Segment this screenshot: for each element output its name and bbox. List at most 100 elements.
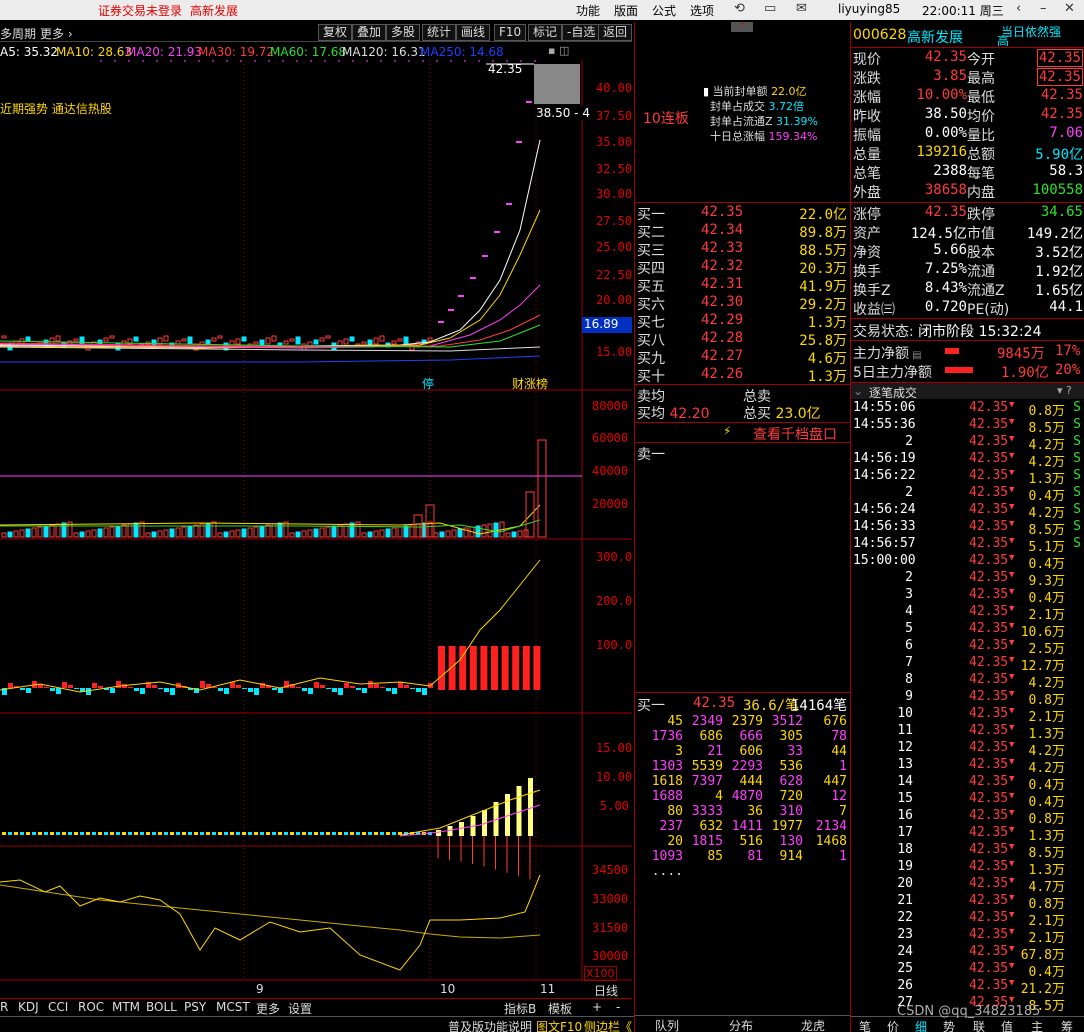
queue-cell: 1 <box>839 759 847 774</box>
bid-row[interactable]: 买二 42.34 89.8万 <box>637 222 851 241</box>
tab-chips[interactable]: 筹 <box>1061 1018 1073 1032</box>
ma10-label: MA10: 28.63 <box>56 45 133 59</box>
f10-link[interactable]: 图文F10 <box>536 1018 582 1032</box>
menu-function[interactable]: 功能 <box>576 2 600 19</box>
candle <box>397 338 403 342</box>
stats-button[interactable]: 统计 <box>422 24 457 41</box>
queue-cell: 666 <box>739 729 763 744</box>
ind2-bar <box>350 686 355 688</box>
menu-formula[interactable]: 公式 <box>652 2 676 19</box>
candle <box>163 335 169 342</box>
ind2-bar <box>522 646 530 690</box>
tab-trades[interactable]: 笔 <box>859 1018 871 1032</box>
daily-period-button[interactable]: 日线 <box>594 982 618 999</box>
indicator-b-button[interactable]: 指标B <box>504 1000 536 1017</box>
rank-tag[interactable]: 财涨榜 <box>512 375 548 392</box>
sidebar-toggle[interactable]: 侧边栏《 <box>584 1018 632 1032</box>
back-button[interactable]: 返回 <box>598 24 632 41</box>
tab-cci[interactable]: CCI <box>48 1000 68 1014</box>
close-icon[interactable]: ✕ <box>1064 1 1075 16</box>
ind2-bar <box>152 685 157 688</box>
ind2-bar <box>218 688 223 691</box>
bid-row[interactable]: 买一 42.35 22.0亿 <box>637 204 851 223</box>
stop-tag[interactable]: 停 <box>422 375 434 392</box>
ind3-bar <box>344 832 348 835</box>
ind2-bar <box>26 688 31 693</box>
back-icon[interactable]: ‹ <box>1016 1 1021 16</box>
collapse-icon[interactable]: ⌃ <box>731 22 753 32</box>
zoom-out-button[interactable]: - <box>616 1000 620 1014</box>
tick-row: 18 42.35 ▼ 8.5万 <box>897 842 1065 861</box>
bid-row[interactable]: 买八 42.28 25.8万 <box>637 330 851 349</box>
period-selector[interactable]: 多周期 <box>0 25 36 42</box>
refresh-icon[interactable]: ⟲ <box>734 1 745 16</box>
tab-detail[interactable]: 细 <box>915 1018 927 1032</box>
theme-tag[interactable]: 当日依然强 <box>1001 23 1061 40</box>
bid-row[interactable]: 买四 42.32 20.3万 <box>637 258 851 277</box>
volume-bar <box>91 529 97 538</box>
volume-bar <box>421 522 427 538</box>
queue-cell: 536 <box>779 759 803 774</box>
menu-layout[interactable]: 版面 <box>614 2 638 19</box>
bid-row[interactable]: 买六 42.30 29.2万 <box>637 294 851 313</box>
tab-mcst[interactable]: MCST <box>216 1000 250 1014</box>
window-icon[interactable]: ▭ <box>764 1 776 16</box>
tab-dragon-tiger[interactable]: 龙虎 <box>801 1017 825 1032</box>
tab-kdj[interactable]: KDJ <box>18 1000 39 1014</box>
tab-distribution[interactable]: 分布 <box>729 1017 753 1032</box>
template-button[interactable]: 模板 <box>548 1000 572 1017</box>
tab-link[interactable]: 联 <box>973 1018 985 1032</box>
multi-stock-button[interactable]: 多股 <box>386 24 421 41</box>
tab-r[interactable]: R <box>0 1000 8 1014</box>
overlay-button[interactable]: 叠加 <box>352 24 387 41</box>
volume-bar <box>295 531 301 538</box>
queue-cell: 237 <box>659 819 683 834</box>
bid-row[interactable]: 买三 42.33 88.5万 <box>637 240 851 259</box>
menu-options[interactable]: 选项 <box>690 2 714 19</box>
limit-streak: 10连板 <box>643 111 689 127</box>
queue-cell: 21 <box>707 744 723 759</box>
ind2-bar <box>44 687 49 688</box>
thousand-book-link[interactable]: 查看千档盘口 <box>753 424 837 444</box>
bid-row[interactable]: 买十 42.26 1.3万 <box>637 366 851 385</box>
mark-button[interactable]: 标记 <box>528 24 563 41</box>
mail-icon[interactable]: ✉ <box>796 1 807 16</box>
tab-roc[interactable]: ROC <box>78 1000 104 1014</box>
draw-button[interactable]: 画线 <box>456 24 491 41</box>
tab-trend[interactable]: 势 <box>943 1018 955 1032</box>
status-bar: 普及版功能说明 图文F10 侧边栏《 <box>0 1016 634 1032</box>
collapse-ticks-icon[interactable]: ⌄ <box>853 384 863 398</box>
tab-boll[interactable]: BOLL <box>146 1000 177 1014</box>
remove-watchlist-button[interactable]: -自选 <box>562 24 601 41</box>
ind3-bar <box>368 832 372 835</box>
tab-more[interactable]: 更多 <box>256 1000 280 1017</box>
volume-bar <box>61 522 67 538</box>
tick-list[interactable]: 14:55:06 42.35 ▼ 0.8万 S 14:55:36 42.35 ▼ 8.5万 S 2 4… <box>851 400 1084 1016</box>
ticks-menu-icon[interactable]: ▾ ? <box>1057 384 1072 397</box>
login-warning[interactable]: 证券交易未登录 <box>98 2 182 19</box>
bid-row[interactable]: 买七 42.29 1.3万 <box>637 312 851 331</box>
ma120-label: MA120: 16.31 <box>342 45 426 59</box>
tab-settings[interactable]: 设置 <box>288 1000 312 1017</box>
minimize-icon[interactable]: – <box>1040 1 1047 16</box>
user-name[interactable]: liyuying85 <box>838 2 900 16</box>
chart-area[interactable] <box>0 60 632 1000</box>
adjust-button[interactable]: 复权 <box>318 24 353 41</box>
zoom-in-button[interactable]: + <box>592 1000 602 1014</box>
candle <box>325 335 331 339</box>
tab-psy[interactable]: PSY <box>184 1000 206 1014</box>
help-link[interactable]: 普及版功能说明 <box>448 1018 532 1032</box>
bid-row[interactable]: 买五 42.31 41.9万 <box>637 276 851 295</box>
queue-cell: 4870 <box>731 789 763 804</box>
tab-queue[interactable]: 队列 <box>655 1017 679 1032</box>
candle <box>73 338 79 342</box>
tab-main[interactable]: 主 <box>1031 1018 1043 1032</box>
ind2-bar <box>236 685 241 688</box>
tab-price[interactable]: 价 <box>887 1018 899 1032</box>
more-dropdown[interactable]: 更多 › <box>40 25 73 42</box>
f10-button[interactable]: F10 <box>494 24 527 41</box>
tab-value[interactable]: 值 <box>1001 1018 1013 1032</box>
bid-row[interactable]: 买九 42.27 4.6万 <box>637 348 851 367</box>
panel-controls-icon[interactable]: ▪ ◫ <box>548 44 569 57</box>
tab-mtm[interactable]: MTM <box>112 1000 140 1014</box>
